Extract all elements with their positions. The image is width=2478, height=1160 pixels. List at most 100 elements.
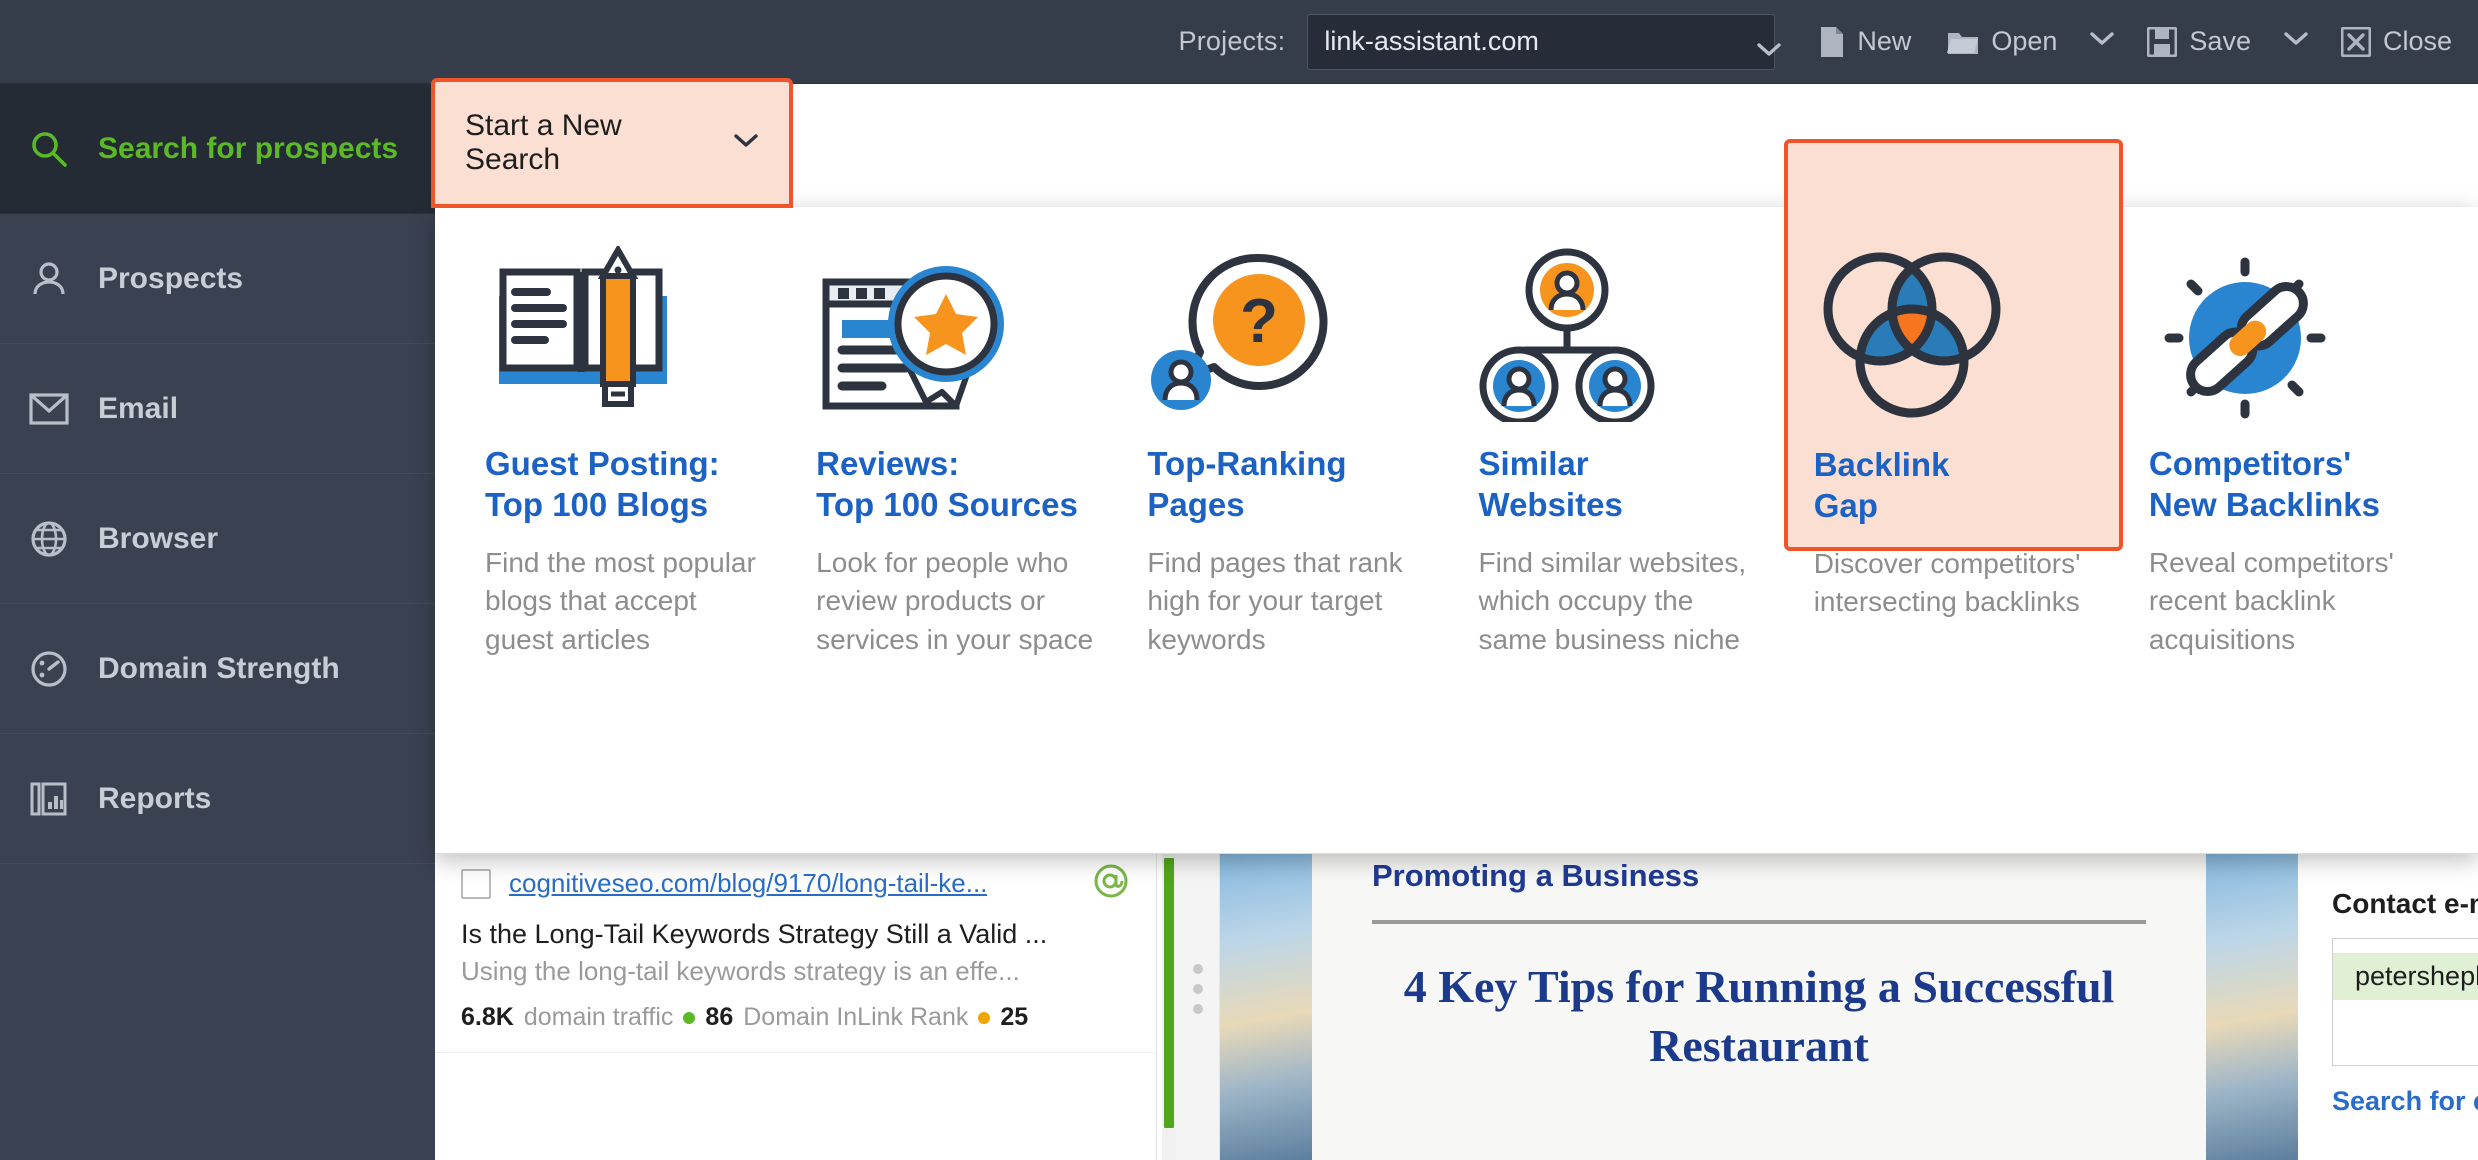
metric-inlink-rank-label: Domain InLink Rank [743, 1003, 969, 1031]
person-icon [26, 260, 72, 298]
row-title: Is the Long-Tail Keywords Strategy Still… [461, 919, 1048, 949]
certificate-badge-icon [816, 234, 1095, 434]
sidebar-item-label: Prospects [98, 261, 244, 295]
preview-page: Promoting a Business 4 Key Tips for Runn… [1312, 844, 2206, 1160]
search-card-title: Reviews: Top 100 Sources [816, 445, 1078, 523]
globe-icon [26, 520, 72, 558]
close-x-icon [2340, 26, 2372, 57]
scrollbar-thumb[interactable] [1164, 858, 1174, 1128]
metric-domain-traffic-value: 6.8K [461, 1003, 514, 1031]
network-people-icon [1479, 234, 1758, 434]
open-book-pencil-icon [485, 234, 764, 434]
contact-details-inner: Contact e-mail(s): petershepherd@me.co S… [2298, 844, 2478, 1117]
chain-link-icon [2149, 234, 2428, 434]
new-search-dropdown-panel: Guest Posting: Top 100 Blogs Find the mos… [435, 139, 2478, 854]
save-dropdown-arrow[interactable] [2269, 25, 2323, 58]
projects-label: Projects: [1178, 26, 1286, 56]
row-url-link[interactable]: cognitiveseo.com/blog/9170/long-tail-ke.… [509, 868, 987, 899]
prospects-list-panel: cognitiveseo.com/blog/9170/long-tail-ke.… [435, 844, 1157, 1160]
save-button-label: Save [2189, 26, 2251, 56]
list-item-header: cognitiveseo.com/blog/9170/long-tail-ke.… [461, 862, 1130, 905]
page-preview-panel: Promoting a Business 4 Key Tips for Runn… [1220, 844, 2298, 1160]
open-dropdown-arrow[interactable] [2075, 25, 2129, 58]
search-card-reviews[interactable]: Reviews: Top 100 Sources Look for people … [790, 207, 1121, 853]
save-split-button: Save [2129, 20, 2323, 63]
sidebar-item-reports[interactable]: Reports [0, 734, 435, 864]
sidebar-item-label: Search for prospects [98, 131, 399, 165]
sidebar-item-label: Browser [98, 521, 219, 555]
row-metrics: 6.8K domain traffic 86 Domain InLink Ran… [461, 1003, 1130, 1032]
open-button[interactable]: Open [1929, 20, 2075, 63]
metric-third-value: 25 [1000, 1003, 1029, 1031]
magnifier-icon [26, 130, 72, 168]
open-split-button: Open [1929, 20, 2129, 63]
sidebar-item-label: Domain Strength [98, 651, 340, 685]
toolbar-actions: New Open Save Close [1801, 20, 2478, 64]
search-card-title: Competitors' New Backlinks [2148, 445, 2380, 523]
new-button-label: New [1857, 26, 1912, 56]
new-document-icon [1819, 26, 1845, 58]
open-button-label: Open [1991, 26, 2058, 56]
search-card-description: Find pages that rank high for your targe… [1147, 546, 1403, 656]
save-button[interactable]: Save [2129, 20, 2269, 63]
application-window: Projects: link-assistant.com New Open Sa… [0, 0, 2478, 1160]
search-card-description: Find the most popular blogs that accept … [485, 546, 756, 656]
sidebar-item-search-for-prospects[interactable]: Search for prospects [0, 84, 435, 214]
chevron-down-icon [733, 133, 759, 154]
top-toolbar: Projects: link-assistant.com New Open Sa… [0, 0, 2478, 84]
sidebar-item-domain-strength[interactable]: Domain Strength [0, 604, 435, 734]
gauge-icon [26, 650, 72, 688]
panel-resize-handle[interactable] [1193, 964, 1203, 1014]
contact-details-panel: Contact e-mail(s): petershepherd@me.co S… [2298, 844, 2478, 1160]
contact-emails-box[interactable]: petershepherd@me.co [2332, 938, 2478, 1066]
floppy-disk-icon [2146, 26, 2178, 57]
status-dot-amber [978, 1011, 991, 1024]
status-dot-green [683, 1011, 696, 1024]
start-new-search-button[interactable]: Start a New Search [431, 78, 793, 208]
search-card-description: Reveal competitors' recent backlink acqu… [2148, 546, 2394, 656]
sidebar-item-email[interactable]: Email [0, 344, 435, 474]
metric-inlink-rank-value: 86 [705, 1003, 734, 1031]
metric-domain-traffic-label: domain traffic [523, 1003, 674, 1031]
list-vertical-scrollbar[interactable] [1162, 844, 1176, 1160]
row-checkbox[interactable] [461, 868, 491, 899]
search-card-description: Look for people who review products or s… [816, 546, 1094, 656]
open-folder-icon [1947, 28, 1979, 56]
sidebar-item-label: Reports [98, 781, 212, 815]
search-card-competitors-new-backlinks[interactable]: Competitors' New Backlinks Reveal competi… [2123, 207, 2454, 853]
contact-emails-label: Contact e-mail(s): [2332, 888, 2478, 919]
search-card-title: Backlink Gap [1813, 446, 1950, 524]
search-card-title: Guest Posting: Top 100 Blogs [485, 445, 720, 523]
venn-diagram-icon [1814, 235, 2093, 435]
search-card-title: Similar Websites [1478, 445, 1623, 523]
preview-background-image-right [2206, 844, 2298, 1160]
search-card-title: Top-Ranking Pages [1147, 445, 1347, 523]
sidebar-item-prospects[interactable]: Prospects [0, 214, 435, 344]
preview-kicker: Promoting a Business [1372, 858, 1700, 893]
grip-dot [1193, 964, 1203, 974]
search-for-emails-link[interactable]: Search for e-mails [2332, 1086, 2478, 1117]
search-card-backlink-gap[interactable]: Backlink Gap Discover competitors' inters… [1783, 139, 2123, 617]
at-sign-icon[interactable] [1092, 862, 1130, 905]
left-sidebar: Search for prospects Prospects Email Bro… [0, 84, 435, 1160]
sidebar-item-browser[interactable]: Browser [0, 474, 435, 604]
project-select[interactable]: link-assistant.com [1307, 13, 1782, 70]
search-type-card-list: Guest Posting: Top 100 Blogs Find the mos… [435, 139, 2478, 853]
search-card-similar-websites[interactable]: Similar Websites Find similar websites, w… [1453, 207, 1784, 853]
preview-headline: 4 Key Tips for Running a Successful Rest… [1403, 961, 2115, 1071]
question-bubble-icon: ? [1147, 234, 1426, 434]
search-card-guest-posting[interactable]: Guest Posting: Top 100 Blogs Find the mos… [459, 207, 790, 853]
grip-dot [1193, 1004, 1203, 1014]
grip-dot [1193, 984, 1203, 994]
sidebar-item-label: Email [98, 391, 179, 425]
row-description: Using the long-tail keywords strategy is… [461, 956, 1020, 986]
close-button-label: Close [2382, 26, 2452, 56]
new-button[interactable]: New [1801, 20, 1929, 64]
svg-text:?: ? [1240, 287, 1278, 356]
search-card-top-ranking-pages[interactable]: ? Top-Ranking Pages Find pages that rank … [1121, 207, 1452, 853]
preview-divider [1372, 920, 2146, 924]
preview-background-image-left [1220, 844, 1312, 1160]
list-item[interactable]: cognitiveseo.com/blog/9170/long-tail-ke.… [435, 844, 1156, 1053]
close-button[interactable]: Close [2323, 20, 2470, 63]
contact-email-value[interactable]: petershepherd@me.co [2333, 953, 2478, 1000]
